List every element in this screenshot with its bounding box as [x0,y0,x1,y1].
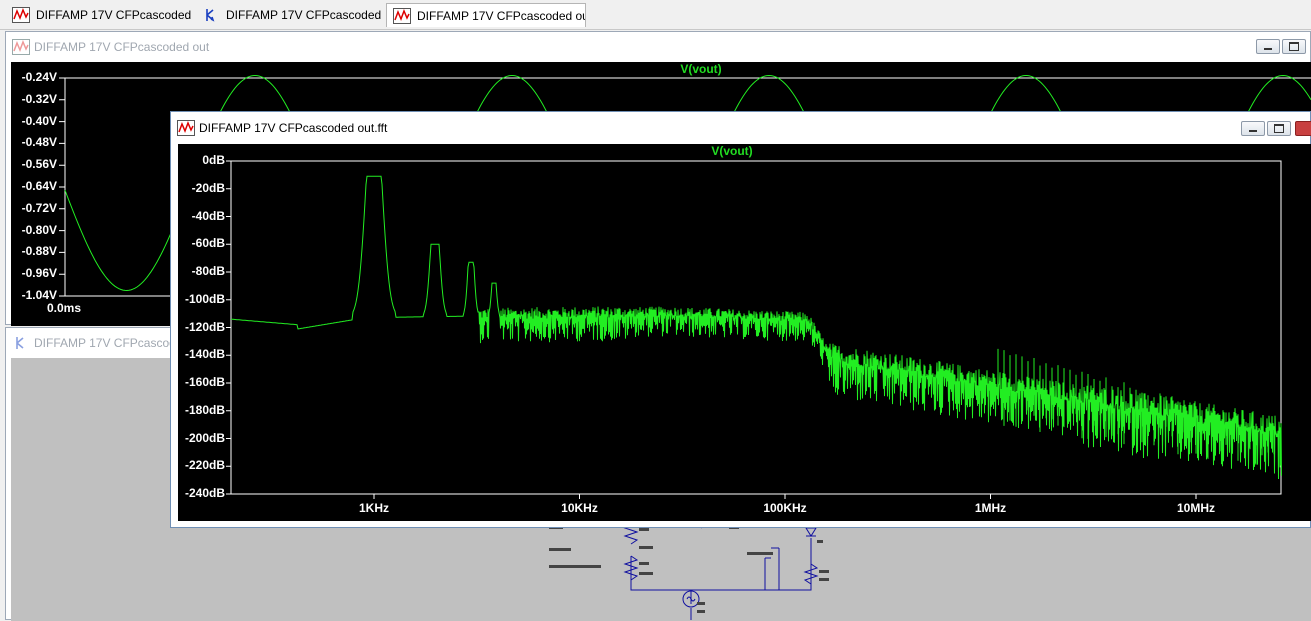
schematic-icon [16,337,24,349]
vout-fft-trace [230,175,1282,480]
schematic-icon [206,9,215,22]
waveform-icon [393,7,411,24]
fft-plot-svg [226,160,1282,499]
tab-label: DIFFAMP 17V CFPcascoded out [226,8,384,22]
window-title: DIFFAMP 17V CFPcascoded out.fft [199,121,388,135]
tab-schematic[interactable]: DIFFAMP 17V CFPcascoded out [196,3,384,27]
fft-plot-area[interactable]: V(vout) 0dB -20dB -40dB -60dB -80dB -100dB -12… [178,144,1311,521]
window-titlebar[interactable]: DIFFAMP 17V CFPcascoded out.fft [171,112,1310,144]
tab-transient-plot[interactable]: DIFFAMP 17V CFPcascoded out [6,3,192,27]
window-title: DIFFAMP 17V CFPcascoded out [34,40,210,54]
window-titlebar[interactable]: DIFFAMP 17V CFPcascoded out [6,32,1310,62]
minimize-button[interactable] [1241,121,1265,136]
close-button[interactable] [1295,121,1311,136]
tab-label: DIFFAMP 17V CFPcascoded out [36,8,192,22]
fft-plot-window[interactable]: DIFFAMP 17V CFPcascoded out.fft V(vout) … [170,111,1311,528]
schematic-annotations [549,526,829,613]
y-axis-ticks [59,77,65,297]
restore-button[interactable] [1267,121,1291,136]
tab-label: DIFFAMP 17V CFPcascoded out.fft [417,8,585,23]
restore-button[interactable] [1282,39,1306,54]
waveform-icon [12,7,30,23]
document-tab-bar: DIFFAMP 17V CFPcascoded out DIFFAMP 17V … [0,0,1311,30]
minimize-button[interactable] [1256,39,1280,54]
tab-fft-plot[interactable]: DIFFAMP 17V CFPcascoded out.fft [386,3,586,27]
waveform-icon [12,39,30,55]
waveform-icon [177,120,195,136]
